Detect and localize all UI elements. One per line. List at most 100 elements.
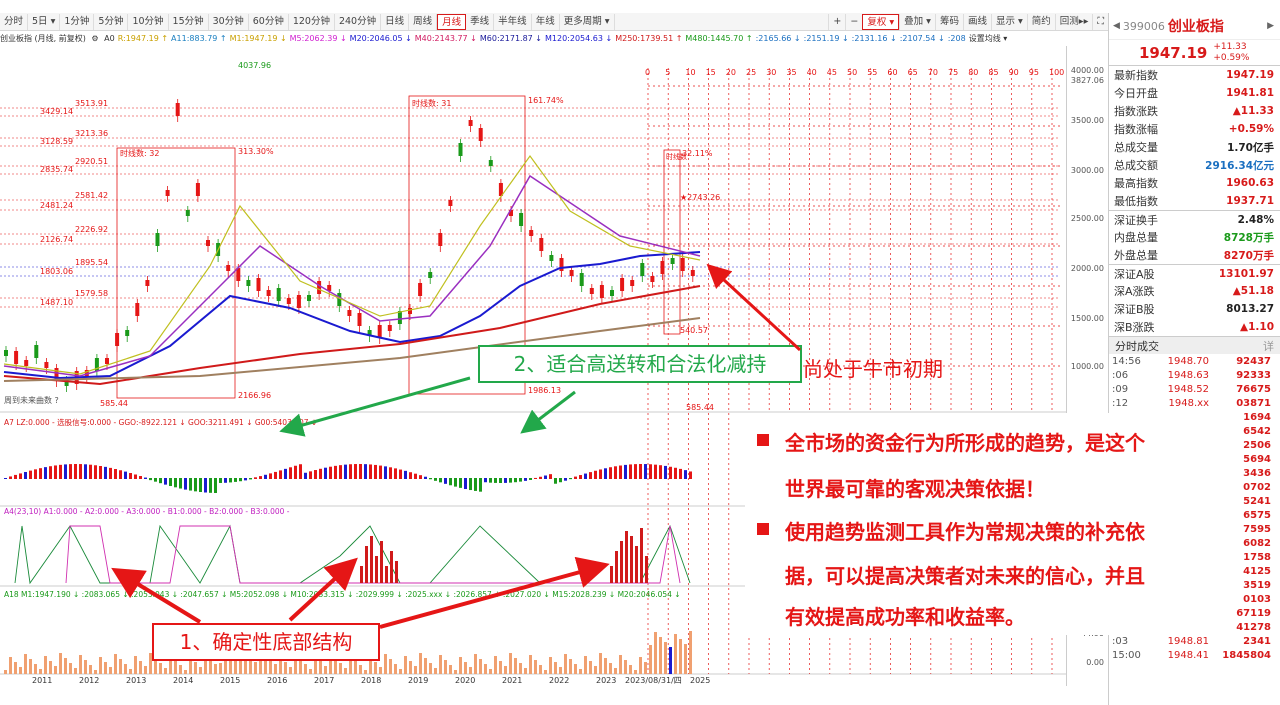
volume-bar — [599, 653, 602, 674]
indicator-bar — [64, 464, 67, 479]
toolbar-tool-button[interactable]: 复权 ▾ — [862, 13, 900, 30]
quote-label: 深证A股 — [1114, 267, 1155, 281]
axis-tick-label: 3827.06 — [1070, 76, 1104, 85]
indicator-bar — [349, 464, 352, 479]
x-axis-label: 2025 — [690, 676, 710, 685]
volume-bar — [524, 668, 527, 674]
candle-body — [14, 351, 19, 364]
tick-cell: 1948.52 — [1167, 383, 1209, 395]
ticks-more-button[interactable]: 详 — [1263, 338, 1274, 354]
indicator-bar — [529, 478, 532, 480]
x-axis-label: 2013 — [126, 676, 146, 685]
toolbar-tool-button[interactable]: 回测▸▸ — [1054, 13, 1093, 30]
indicator-bar — [639, 464, 642, 479]
x-axis-label: 2016 — [267, 676, 287, 685]
quote-label: 指数涨跌 — [1114, 105, 1158, 118]
volume-bar — [164, 668, 167, 674]
volume-bar — [159, 663, 162, 674]
period-tab[interactable]: 120分钟 — [289, 13, 335, 30]
indicator-bar — [579, 475, 582, 479]
indicator-bar — [390, 551, 393, 583]
toolbar-tool-button[interactable]: 画线 — [962, 13, 991, 30]
period-tab[interactable]: 分时 — [0, 13, 29, 30]
fib-label: 5 — [665, 68, 670, 77]
period-tab[interactable]: 240分钟 — [335, 13, 382, 30]
index-change: +11.33 +0.59% — [1213, 42, 1249, 64]
toolbar-tool-button[interactable]: + — [828, 13, 845, 30]
volume-bar — [634, 670, 637, 674]
indicator-bar — [49, 466, 52, 479]
period-tab[interactable]: 30分钟 — [209, 13, 249, 30]
volume-bar — [14, 662, 17, 674]
quote-label: 深A涨跌 — [1114, 285, 1155, 298]
toolbar-tool-button[interactable]: ⛶ — [1092, 13, 1108, 30]
period-tab[interactable]: 60分钟 — [249, 13, 289, 30]
toolbar-tool-button[interactable]: 显示 ▾ — [990, 13, 1027, 30]
period-tab[interactable]: 10分钟 — [128, 13, 169, 30]
volume-bar — [104, 662, 107, 674]
toolbar-tool-button[interactable]: 筹码 — [934, 13, 963, 30]
volume-bar — [109, 667, 112, 674]
candle-body — [438, 233, 443, 246]
volume-bar — [424, 658, 427, 674]
volume-bar — [79, 655, 82, 674]
volume-bar — [514, 658, 517, 674]
quote-row: 最低指数 1937.71 — [1109, 192, 1280, 210]
indicator-bar — [629, 464, 632, 479]
volume-bar — [459, 657, 462, 674]
price-level-label: 2481.24 — [40, 201, 73, 210]
x-axis-label: 2011 — [32, 676, 52, 685]
period-tab[interactable]: 5日 ▾ — [28, 13, 61, 30]
period-tab[interactable]: 年线 — [532, 13, 560, 30]
volume-bar — [34, 664, 37, 674]
period-tab[interactable]: 1分钟 — [60, 13, 95, 30]
toolbar-tool-button[interactable]: 叠加 ▾ — [899, 13, 935, 30]
indicator-bar — [604, 468, 607, 479]
volume-bar — [84, 660, 87, 674]
volume-bar — [394, 664, 397, 674]
volume-bar — [379, 667, 382, 674]
toolbar-tool-button[interactable]: − — [845, 13, 862, 30]
settings-icon[interactable]: ⚙ — [91, 34, 98, 43]
indicator-bar — [534, 477, 537, 479]
volume-bar — [214, 664, 217, 674]
indicator-bar — [134, 474, 137, 479]
indicator-bar — [104, 466, 107, 479]
candle-body — [226, 265, 231, 271]
period-tab[interactable]: 季线 — [466, 13, 495, 30]
period-tab[interactable]: 月线 — [437, 13, 467, 30]
tick-row: :12 1948.xx 03871 — [1109, 396, 1280, 410]
indicator-bar — [614, 466, 617, 479]
pct-label: 161.74% — [528, 96, 564, 105]
toolbar-tool-button[interactable]: 简约 — [1026, 13, 1055, 30]
period-tab[interactable]: 半年线 — [494, 13, 532, 30]
indicator-bar — [14, 474, 17, 479]
quote-value: 8013.27 — [1226, 303, 1274, 315]
candle-body — [468, 120, 473, 126]
volume-bar — [89, 665, 92, 674]
indicator-bar — [154, 478, 157, 482]
fib-label: 80 — [968, 68, 978, 77]
fib-label: 30 — [766, 68, 776, 77]
indicator-bar — [454, 478, 457, 487]
volume-bar — [614, 668, 617, 674]
volume-bar — [649, 645, 652, 674]
volume-bar — [344, 668, 347, 674]
period-tab[interactable]: 5分钟 — [94, 13, 129, 30]
low-label: 2166.96 — [238, 391, 271, 400]
quote-label: 内盘总量 — [1114, 231, 1158, 244]
prev-icon[interactable]: ◀ — [1113, 21, 1120, 31]
quote-row: 今日开盘 1941.81 — [1109, 84, 1280, 102]
indicator-label: A18 M1:1947.190 ↓ :2083.065 ↓ :2053.043 … — [4, 590, 681, 599]
candle-body — [478, 128, 483, 141]
period-tab[interactable]: 周线 — [409, 13, 438, 30]
callout-bottom-structure: 1、确定性底部结构 — [152, 623, 380, 661]
period-tab[interactable]: 更多周期 ▾ — [560, 13, 615, 30]
indicator-bar — [549, 474, 552, 479]
change-pct: +0.59% — [1213, 52, 1250, 63]
indicator-bar — [484, 478, 487, 483]
period-tab[interactable]: 日线 — [381, 13, 410, 30]
period-tab[interactable]: 15分钟 — [169, 13, 209, 30]
next-icon[interactable]: ▶ — [1267, 21, 1274, 31]
fib-label: 85 — [988, 68, 998, 77]
